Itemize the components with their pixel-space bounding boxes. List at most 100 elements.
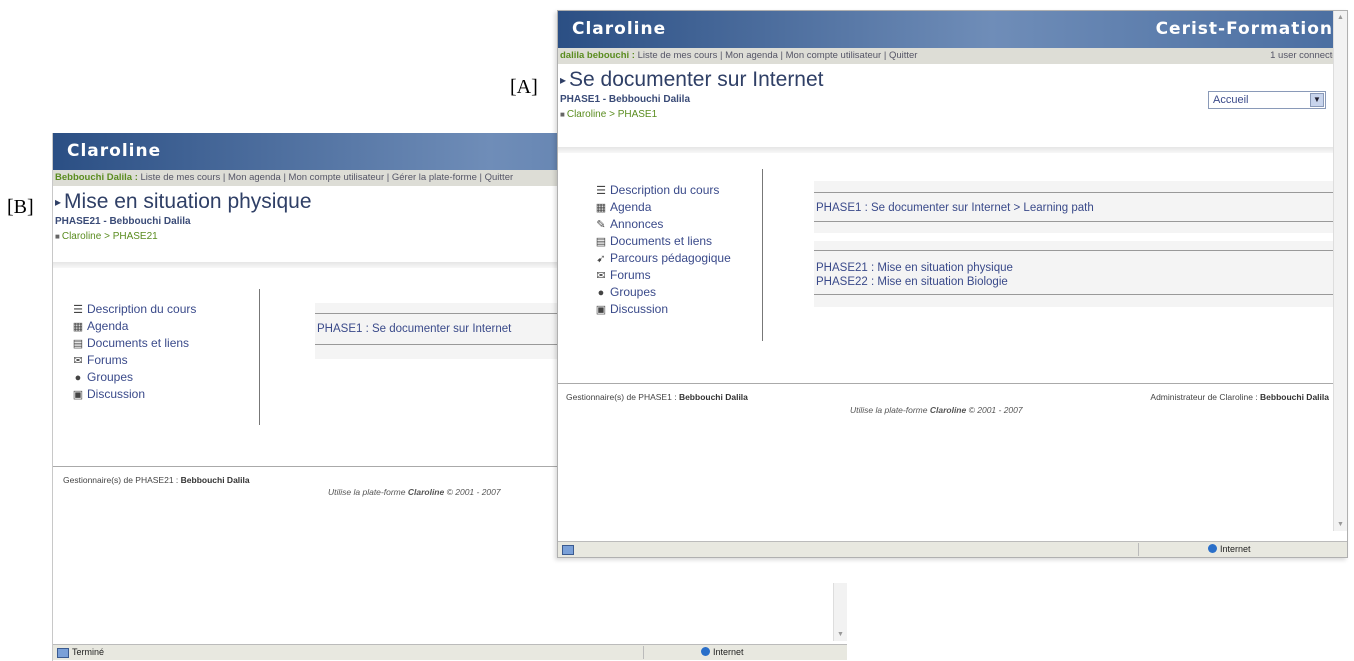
forum-icon: ✉ [596, 270, 606, 282]
tool-label: Agenda [87, 319, 129, 333]
browser-window-a: Claroline Cerist-Formation dalila bebouc… [557, 10, 1348, 558]
list-icon: ☰ [596, 185, 606, 197]
platform-link[interactable]: Claroline [930, 405, 966, 415]
status-bar: Internet [558, 541, 1347, 557]
documents-icon: ▤ [595, 236, 607, 248]
tool-link[interactable]: ● Groupes [594, 284, 731, 301]
scroll-down-icon[interactable]: ▼ [834, 628, 847, 641]
status-divider [1138, 543, 1139, 556]
status-bar: Terminé Internet [53, 644, 847, 660]
divider [558, 147, 1347, 153]
footer-administrator: Administrateur de Claroline : Bebbouchi … [1150, 392, 1329, 402]
learning-path-panel: PHASE1 : Se documenter sur Internet > Le… [814, 181, 1336, 233]
course-title-text: Se documenter sur Internet [569, 68, 824, 91]
footer-managers: Gestionnaire(s) de PHASE21 : Bebbouchi D… [63, 475, 250, 485]
user-links[interactable]: Liste de mes cours | Mon agenda | Mon co… [141, 172, 514, 183]
tool-link[interactable]: ✉ Forums [71, 352, 196, 369]
announce-icon: ✎ [596, 219, 606, 231]
tool-label: Parcours pédagogique [610, 251, 731, 265]
tool-link[interactable]: ✉ Forums [594, 267, 731, 284]
course-link[interactable]: PHASE22 : Mise en situation Biologie [816, 275, 1334, 289]
home-icon: ■ [55, 232, 60, 241]
user-bar: dalila bebouchi : Liste de mes cours | M… [558, 48, 1347, 64]
column-divider [762, 169, 763, 341]
calendar-icon: ▦ [595, 202, 607, 214]
tool-link[interactable]: ▤ Documents et liens [71, 335, 196, 352]
tool-label: Documents et liens [87, 336, 190, 350]
tool-link[interactable]: ● Groupes [71, 369, 196, 386]
discussion-icon: ▣ [595, 304, 607, 316]
footer-managers: Gestionnaire(s) de PHASE1 : Bebbouchi Da… [566, 392, 748, 402]
bullet-arrow-icon: ▸ [55, 195, 62, 210]
tool-link[interactable]: ➹ Parcours pédagogique [594, 250, 731, 267]
header-banner: Claroline Cerist-Formation [558, 11, 1347, 48]
tool-label: Discussion [87, 387, 146, 401]
tool-link[interactable]: ▦ Agenda [594, 199, 731, 216]
tool-select[interactable]: Accueil ▼ [1208, 91, 1326, 109]
tool-link[interactable]: ✎ Annonces [594, 216, 731, 233]
tool-list: ☰ Description du cours ▦ Agenda ✎ Annonces ▤ Do… [594, 182, 731, 318]
manager-name[interactable]: Bebbouchi Dalila [181, 475, 250, 485]
campus-title[interactable]: Cerist-Formation [1156, 19, 1333, 39]
course-title-text: Mise en situation physique [64, 190, 312, 213]
list-icon: ☰ [73, 304, 83, 316]
calendar-icon: ▦ [72, 321, 84, 333]
breadcrumb-link[interactable]: Claroline > PHASE1 [567, 109, 657, 120]
admin-name[interactable]: Bebbouchi Dalila [1260, 392, 1329, 402]
tool-label: Forums [87, 353, 128, 367]
platform-link[interactable]: Claroline [408, 487, 444, 497]
forum-icon: ✉ [73, 355, 83, 367]
related-courses-panel: PHASE21 : Mise en situation physique PHA… [814, 241, 1336, 307]
tool-link[interactable]: ▣ Discussion [594, 301, 731, 318]
security-zone: Internet [701, 645, 744, 660]
chevron-down-icon[interactable]: ▼ [1310, 93, 1324, 107]
tool-label: Agenda [610, 200, 652, 214]
bullet-arrow-icon: ▸ [560, 73, 567, 88]
status-text: Terminé [72, 647, 105, 657]
vertical-scrollbar[interactable]: ▲ ▼ [1333, 11, 1347, 531]
tool-link[interactable]: ☰ Description du cours [71, 301, 196, 318]
page-icon [562, 544, 574, 555]
course-link[interactable]: PHASE21 : Mise en situation physique [816, 261, 1334, 275]
footer-divider [558, 383, 1347, 384]
user-links[interactable]: Liste de mes cours | Mon agenda | Mon co… [638, 50, 918, 61]
page-icon [57, 647, 69, 658]
manager-name[interactable]: Bebbouchi Dalila [679, 392, 748, 402]
globe-icon [701, 647, 710, 656]
path-icon: ➹ [596, 253, 606, 265]
breadcrumb-link[interactable]: Claroline > PHASE21 [62, 231, 158, 242]
figure-label-a: [A] [510, 76, 538, 98]
site-title[interactable]: Claroline [572, 19, 666, 39]
globe-icon [1208, 544, 1217, 553]
scroll-down-icon[interactable]: ▼ [1334, 518, 1347, 531]
learning-path-link[interactable]: PHASE1 : Se documenter sur Internet > Le… [816, 201, 1334, 215]
tool-label: Annonces [610, 217, 664, 231]
groups-icon: ● [597, 287, 605, 299]
tool-label: Forums [610, 268, 651, 282]
tool-label: Description du cours [610, 183, 720, 197]
tool-link[interactable]: ▦ Agenda [71, 318, 196, 335]
footer-platform: Utilise la plate-forme Claroline © 2001 … [328, 487, 501, 497]
home-icon: ■ [560, 110, 565, 119]
tool-label: Documents et liens [610, 234, 713, 248]
security-zone: Internet [1208, 542, 1251, 557]
vertical-scrollbar[interactable]: ▼ [833, 583, 847, 641]
course-title: ▸ Se documenter sur Internet [558, 68, 1347, 92]
tool-list: ☰ Description du cours ▦ Agenda ▤ Documents e… [71, 301, 197, 403]
tool-link[interactable]: ▤ Documents et liens [594, 233, 731, 250]
status-divider [643, 646, 644, 659]
documents-icon: ▤ [72, 338, 84, 350]
column-divider [259, 289, 260, 425]
breadcrumb: ■ Claroline > PHASE1 [558, 109, 1347, 120]
tool-label: Groupes [610, 285, 657, 299]
figure-label-b: [B] [7, 196, 34, 218]
tool-select-value: Accueil [1213, 94, 1249, 106]
site-title[interactable]: Claroline [67, 141, 161, 161]
tool-link[interactable]: ☰ Description du cours [594, 182, 731, 199]
scroll-up-icon[interactable]: ▲ [1334, 11, 1347, 24]
tool-label: Description du cours [87, 302, 197, 316]
tool-link[interactable]: ▣ Discussion [71, 386, 196, 403]
tool-label: Discussion [610, 302, 669, 316]
footer-platform: Utilise la plate-forme Claroline © 2001 … [850, 405, 1023, 415]
groups-icon: ● [74, 372, 82, 384]
